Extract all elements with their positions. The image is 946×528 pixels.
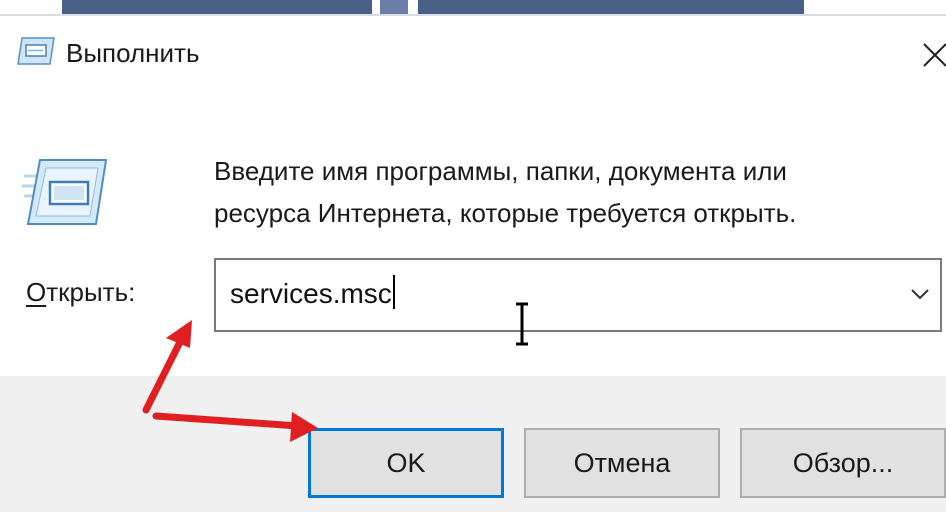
open-label: Открыть: xyxy=(26,274,135,310)
cancel-button[interactable]: Отмена xyxy=(524,428,720,498)
description: Введите имя программы, папки, документа … xyxy=(214,150,934,234)
open-input-value: services.msc xyxy=(230,278,392,309)
taskbar-segment xyxy=(62,0,372,14)
run-icon xyxy=(20,158,110,230)
text-cursor-icon xyxy=(512,302,532,346)
description-line: Введите имя программы, папки, документа … xyxy=(214,156,787,186)
open-combobox[interactable]: services.msc xyxy=(214,258,942,332)
taskbar-strip xyxy=(0,0,946,16)
dropdown-button[interactable] xyxy=(908,282,932,306)
taskbar-segment xyxy=(418,0,804,14)
close-button[interactable] xyxy=(912,30,946,76)
description-line: ресурса Интернета, которые требуется отк… xyxy=(214,198,797,228)
chevron-down-icon xyxy=(911,289,929,300)
browse-button[interactable]: Обзор... xyxy=(740,428,946,498)
text-caret xyxy=(392,275,395,309)
open-label-accelerator: О xyxy=(26,277,47,307)
dialog-title: Выполнить xyxy=(66,38,200,68)
ok-button[interactable]: OK xyxy=(308,428,504,498)
run-icon xyxy=(16,36,56,66)
open-label-text: ткрыть: xyxy=(46,277,136,307)
taskbar-segment xyxy=(380,0,408,14)
open-input[interactable]: services.msc xyxy=(230,274,395,314)
close-icon xyxy=(923,43,946,67)
